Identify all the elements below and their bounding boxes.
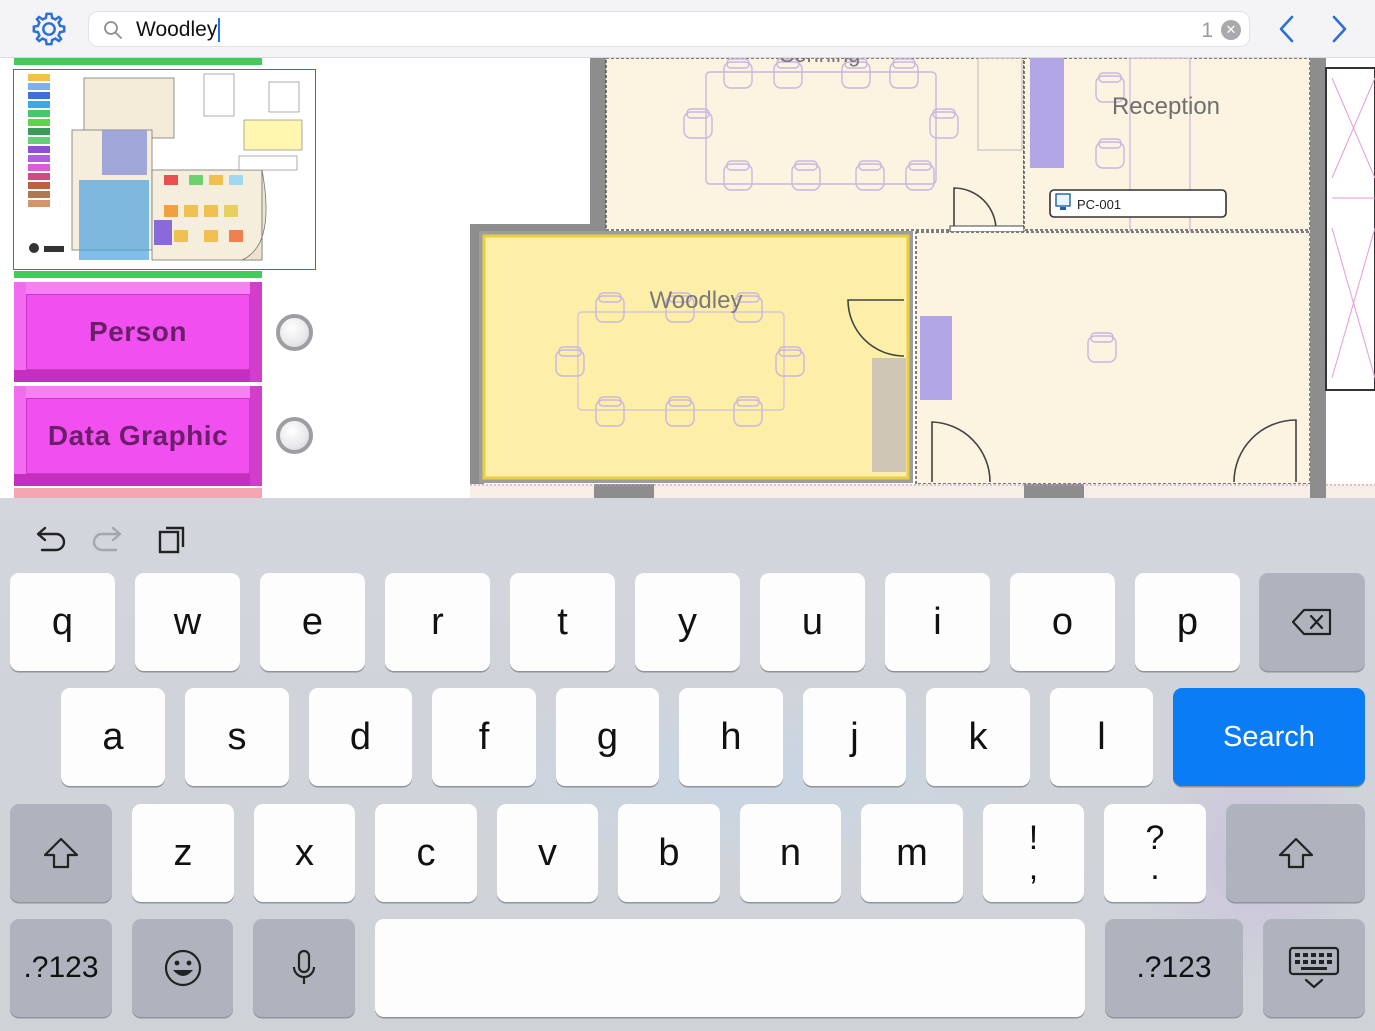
key-bottom-char: , (1028, 849, 1039, 887)
key-j[interactable]: j (803, 688, 906, 786)
bevel-top (14, 386, 262, 398)
data-graphic-shape-button[interactable]: Data Graphic (14, 386, 262, 486)
person-shape-button[interactable]: Person (14, 282, 262, 382)
key-s[interactable]: s (185, 688, 289, 786)
floorplan-drawing[interactable]: Sonning Reception Woodley (470, 58, 1375, 498)
key-exclamation-comma[interactable]: !, (983, 804, 1084, 902)
key-bottom-char: . (1150, 849, 1160, 887)
search-input[interactable]: Woodley (136, 18, 221, 42)
bevel-bottom (14, 474, 262, 486)
search-key[interactable]: Search (1173, 688, 1365, 786)
person-button-face: Person (26, 294, 250, 370)
key-d[interactable]: d (309, 688, 412, 786)
microphone-icon (292, 949, 316, 984)
key-t[interactable]: t (510, 573, 615, 671)
search-input-text: Woodley (136, 18, 218, 41)
numbers-key-left[interactable]: .?123 (10, 919, 112, 1017)
search-icon (104, 21, 122, 39)
dismiss-keyboard-key[interactable] (1263, 919, 1365, 1017)
key-h[interactable]: h (679, 688, 783, 786)
key-z[interactable]: z (132, 804, 234, 902)
key-u[interactable]: u (760, 573, 865, 671)
key-p[interactable]: p (1135, 573, 1240, 671)
device-tag-pc001[interactable]: PC-001 (1049, 189, 1227, 218)
key-w[interactable]: w (135, 573, 240, 671)
key-a[interactable]: a (61, 688, 165, 786)
device-label: PC-001 (1077, 197, 1121, 212)
numbers-key-right[interactable]: .?123 (1105, 919, 1243, 1017)
data-graphic-button-face: Data Graphic (26, 398, 250, 474)
bevel-left (14, 386, 26, 486)
person-radio[interactable] (276, 314, 313, 351)
data-graphic-button-label: Data Graphic (47, 420, 229, 451)
key-x[interactable]: x (254, 804, 355, 902)
gear-icon[interactable] (30, 10, 68, 48)
bevel-bottom (14, 370, 262, 382)
shift-key-left[interactable] (10, 804, 112, 902)
clear-icon[interactable]: ✕ (1221, 20, 1241, 40)
key-v[interactable]: v (497, 804, 598, 902)
dictation-key[interactable] (253, 919, 355, 1017)
key-l[interactable]: l (1050, 688, 1153, 786)
chevron-left-icon[interactable] (1270, 12, 1304, 46)
bevel-right (250, 386, 262, 486)
key-c[interactable]: c (375, 804, 477, 902)
shift-icon (1278, 837, 1313, 869)
search-match-count: 1 (1201, 19, 1213, 42)
person-button-label: Person (89, 316, 187, 347)
drawing-canvas[interactable]: Person Data Graphic Sonning (0, 58, 1375, 498)
chevron-right-icon[interactable] (1322, 12, 1356, 46)
shift-icon (43, 837, 79, 869)
thumbnail-drawing (14, 70, 314, 268)
backspace-icon (1291, 608, 1332, 636)
emoji-key[interactable] (132, 919, 233, 1017)
key-i[interactable]: i (885, 573, 990, 671)
key-r[interactable]: r (385, 573, 490, 671)
next-shape-button-edge (14, 488, 262, 498)
floorplan-thumbnail[interactable] (13, 69, 316, 270)
key-n[interactable]: n (740, 804, 841, 902)
key-q[interactable]: q (10, 573, 115, 671)
undo-icon[interactable] (30, 522, 66, 556)
data-graphic-radio[interactable] (276, 417, 313, 454)
backspace-key[interactable] (1259, 573, 1365, 671)
room-label-woodley: Woodley (650, 287, 743, 314)
key-question-period[interactable]: ?. (1104, 804, 1206, 902)
computer-icon (1055, 193, 1071, 207)
top-toolbar: Woodley 1 ✕ (0, 0, 1375, 58)
paste-icon[interactable] (154, 522, 190, 556)
thumbnail-top-bar (14, 58, 262, 65)
onscreen-keyboard: q w e r t y u i o p a s d f g h j k l Se… (0, 498, 1375, 1031)
bevel-left (14, 282, 26, 382)
emoji-icon (164, 949, 201, 987)
bevel-right (250, 282, 262, 382)
key-k[interactable]: k (926, 688, 1030, 786)
room-label-sonning: Sonning (780, 58, 861, 67)
search-field[interactable]: Woodley 1 ✕ (88, 11, 1250, 47)
space-key[interactable] (375, 919, 1085, 1017)
redo-icon[interactable] (92, 522, 128, 556)
thumbnail-bottom-bar (14, 271, 262, 278)
text-caret (218, 18, 221, 42)
keyboard-dismiss-icon (1288, 946, 1340, 989)
room-label-reception: Reception (1112, 93, 1220, 120)
key-y[interactable]: y (635, 573, 740, 671)
key-o[interactable]: o (1010, 573, 1115, 671)
key-e[interactable]: e (260, 573, 365, 671)
key-b[interactable]: b (618, 804, 720, 902)
bevel-top (14, 282, 262, 294)
key-f[interactable]: f (432, 688, 536, 786)
key-m[interactable]: m (861, 804, 963, 902)
shift-key-right[interactable] (1226, 804, 1365, 902)
key-g[interactable]: g (556, 688, 659, 786)
